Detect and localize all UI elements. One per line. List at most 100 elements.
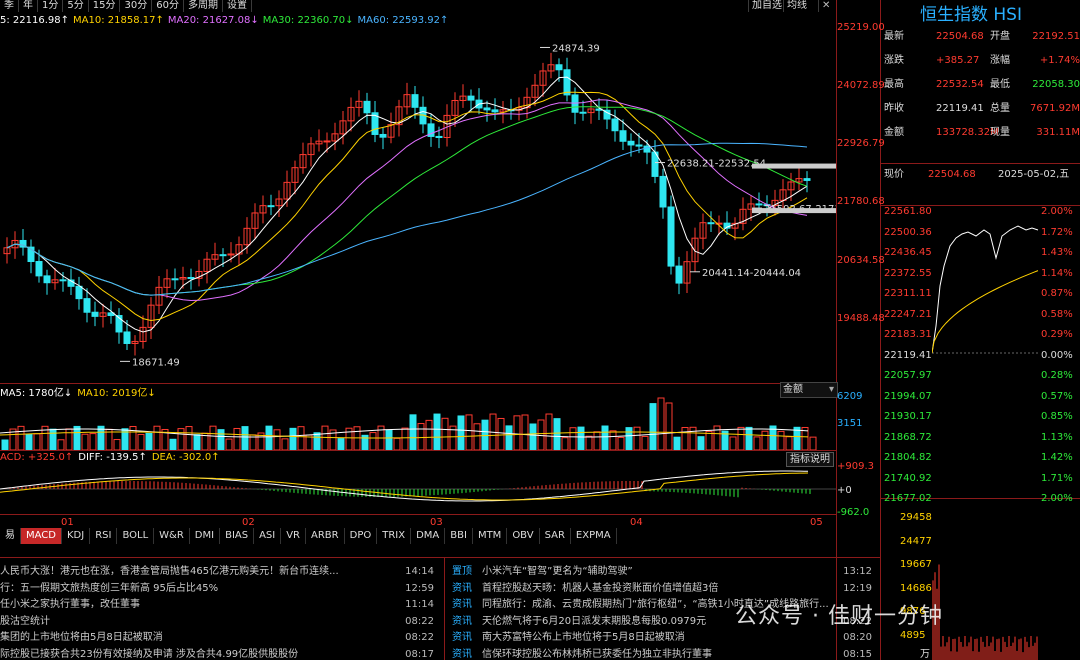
volume-bar — [570, 428, 576, 450]
intraday-volume-label: 4895 — [900, 630, 925, 641]
news-row[interactable]: 际控股已接获合共23份有效接纳及申请 涉及合共4.99亿股供股股份 08:17 — [0, 647, 440, 660]
tab-indicator[interactable]: BIAS — [220, 528, 254, 544]
tab-indicator[interactable]: 易 — [0, 528, 21, 544]
intraday-price-label: 21677.02 — [884, 493, 932, 504]
close-icon[interactable]: ✕ — [818, 0, 833, 12]
toolbar-period-button[interactable]: 设置 — [223, 0, 252, 12]
news-title[interactable]: 股沽空统计 — [0, 614, 399, 631]
toolbar-period-button[interactable]: 15分 — [89, 0, 121, 12]
tab-indicator[interactable]: VR — [281, 528, 306, 544]
date-label: 01 — [61, 517, 74, 528]
tab-indicator[interactable]: DPO — [345, 528, 378, 544]
news-title[interactable]: 首程控股赵天旸：机器人基金投资账面价值增值超3倍 — [482, 581, 837, 598]
news-title[interactable]: 集团的上市地位将由5月8日起被取消 — [0, 630, 399, 647]
news-title[interactable]: 行：五一假期文旅热度创三年新高 95后占比45% — [0, 581, 399, 598]
quote-row: 昨收 22119.41 总量 7671.92M — [884, 99, 1080, 119]
candle-body — [668, 207, 674, 266]
tab-indicator[interactable]: MTM — [473, 528, 507, 544]
date-label: 04 — [630, 517, 643, 528]
news-row[interactable]: 任小米之家执行董事，改任董事 11:14 — [0, 597, 440, 614]
volume-bar — [554, 419, 560, 450]
candle-body — [92, 312, 98, 316]
news-row[interactable]: 置顶 小米汽车“智驾”更名为“辅助驾驶” 13:12 — [448, 564, 878, 581]
toolbar-period-button[interactable]: 季 — [0, 0, 19, 12]
intraday-price-label: 22561.80 — [884, 206, 932, 217]
news-tag: 资讯 — [452, 597, 472, 614]
volume-bar — [506, 426, 512, 450]
quote-label: 总量 — [990, 99, 1010, 119]
candle-body — [60, 280, 66, 281]
candle-body — [660, 176, 666, 207]
tab-indicator[interactable]: MACD — [21, 528, 62, 544]
quote-value: +1.74% — [1040, 51, 1080, 71]
macd-legend-item: DIFF: -139.5↑ — [78, 452, 147, 463]
macd-legend: ACD: +325.0↑ DIFF: -139.5↑ DEA: -302.0↑ — [0, 452, 225, 463]
tab-indicator[interactable]: ASI — [254, 528, 281, 544]
volume-bar — [394, 438, 400, 450]
intraday-pct-label: 0.58% — [1041, 309, 1073, 320]
macd-bottom-border — [0, 514, 836, 515]
tab-indicator[interactable]: BBI — [445, 528, 473, 544]
tab-indicator[interactable]: OBV — [507, 528, 539, 544]
news-row[interactable]: 资讯 信保环球控股公布林炜桥已获委任为独立非执行董事 08:15 — [448, 647, 878, 660]
tab-indicator[interactable]: EXPMA — [571, 528, 617, 544]
toolbar-period-button[interactable]: 30分 — [120, 0, 152, 12]
quote-label: 现量 — [990, 123, 1010, 143]
news-title[interactable]: 南大苏富特公布上市地位将于5月8日起被取消 — [482, 630, 837, 647]
moving-average-button[interactable]: 均线 — [783, 0, 810, 12]
toolbar-period-button[interactable]: 5分 — [63, 0, 88, 12]
news-row[interactable]: 资讯 首程控股赵天旸：机器人基金投资账面价值增值超3倍 12:19 — [448, 581, 878, 598]
news-title[interactable]: 人民币大涨！港元也在涨，香港金管局抛售465亿港元购美元！新台币连续... — [0, 564, 399, 581]
volume-bar — [2, 440, 8, 450]
intraday-price-label: 22436.45 — [884, 247, 932, 258]
news-row[interactable]: 行：五一假期文旅热度创三年新高 95后占比45% 12:59 — [0, 581, 440, 598]
add-watchlist-button[interactable]: 加自选 — [748, 0, 785, 12]
candle-body — [612, 119, 618, 131]
tab-indicator[interactable]: RSI — [90, 528, 117, 544]
quote-label: 最高 — [884, 75, 904, 95]
tab-indicator[interactable]: KDJ — [62, 528, 90, 544]
news-row[interactable]: 人民币大涨！港元也在涨，香港金管局抛售465亿港元购美元！新台币连续... 14:… — [0, 564, 440, 581]
intraday-avg-line — [932, 271, 1038, 353]
tab-indicator[interactable]: SAR — [540, 528, 571, 544]
news-title[interactable]: 际控股已接获合共23份有效接纳及申请 涉及合共4.99亿股供股股份 — [0, 647, 399, 660]
volume-chart[interactable] — [0, 395, 836, 450]
volume-bar — [546, 414, 552, 450]
volume-bar — [746, 427, 752, 450]
tab-indicator[interactable]: TRIX — [377, 528, 411, 544]
volume-bar — [434, 414, 440, 450]
candlestick-chart[interactable]: 24874.3918671.4920441.14-20444.0421592.6… — [0, 13, 836, 383]
news-time: 12:19 — [843, 581, 872, 598]
news-row[interactable]: 资讯 南大苏富特公布上市地位将于5月8日起被取消 08:20 — [448, 630, 878, 647]
volume-bar — [154, 426, 160, 450]
news-time: 08:22 — [405, 614, 434, 631]
intraday-chart[interactable] — [932, 206, 1040, 660]
tab-indicator[interactable]: DMA — [411, 528, 445, 544]
toolbar-period-button[interactable]: 年 — [19, 0, 38, 12]
volume-bar — [402, 428, 408, 450]
intraday-price-label: 22247.21 — [884, 309, 932, 320]
macd-chart[interactable] — [0, 463, 836, 514]
price-band — [752, 208, 836, 213]
volume-bar — [98, 426, 104, 450]
news-title[interactable]: 小米汽车“智驾”更名为“辅助驾驶” — [482, 564, 837, 581]
intraday-pct-label: 0.87% — [1041, 288, 1073, 299]
toolbar-period-button[interactable]: 60分 — [152, 0, 184, 12]
news-time: 08:15 — [843, 647, 872, 660]
tab-indicator[interactable]: ARBR — [306, 528, 345, 544]
candle-body — [268, 206, 274, 207]
tab-indicator[interactable]: W&R — [154, 528, 190, 544]
news-title[interactable]: 信保环球控股公布林炜桥已获委任为独立非执行董事 — [482, 647, 837, 660]
tab-indicator[interactable]: BOLL — [117, 528, 154, 544]
quote-value: 22119.41 — [936, 99, 984, 119]
tab-indicator[interactable]: DMI — [190, 528, 220, 544]
news-tag: 置顶 — [452, 564, 472, 581]
news-title[interactable]: 任小米之家执行董事，改任董事 — [0, 597, 399, 614]
macd-axis-zero: +0 — [837, 485, 852, 496]
volume-bar — [178, 429, 184, 450]
toolbar-period-button[interactable]: 多周期 — [184, 0, 223, 12]
news-row[interactable]: 集团的上市地位将由5月8日起被取消 08:22 — [0, 630, 440, 647]
toolbar-period-button[interactable]: 1分 — [38, 0, 63, 12]
news-row[interactable]: 股沽空统计 08:22 — [0, 614, 440, 631]
quote-label: 最低 — [990, 75, 1010, 95]
